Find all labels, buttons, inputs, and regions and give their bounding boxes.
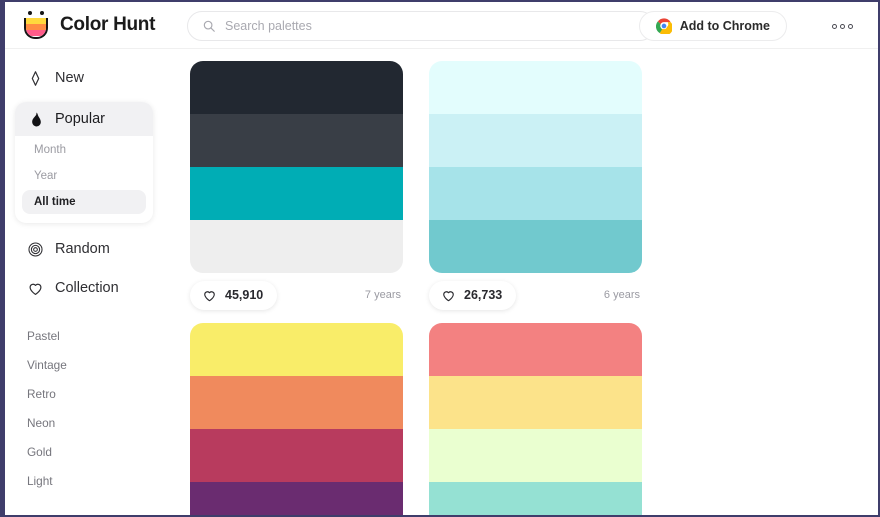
collection-item-label: Gold	[27, 444, 52, 459]
three-dots-icon	[831, 23, 837, 29]
palette-swatch[interactable]	[190, 114, 403, 167]
heart-icon	[29, 283, 42, 295]
three-dots-icon-dot2	[839, 23, 845, 29]
browser-window-frame: Color Hunt Search palettes Add to Chrome…	[0, 0, 880, 517]
palette-card[interactable]: 45,910 7 years	[185, 61, 424, 317]
sidebar-item-collection-label: Collection	[55, 280, 119, 296]
collection-item-gold[interactable]: Gold	[5, 437, 177, 466]
collection-item-light[interactable]: Light	[5, 466, 177, 495]
palette-swatch[interactable]	[190, 220, 403, 273]
like-count: 45,910	[225, 288, 264, 302]
search-box[interactable]	[187, 11, 655, 41]
heart-icon	[204, 290, 215, 301]
sidebar-item-random[interactable]: Random	[5, 232, 177, 266]
palette-swatches[interactable]	[190, 61, 403, 273]
sidebar-item-collection[interactable]: Collection	[5, 271, 177, 305]
collection-item-label: Light	[27, 473, 53, 488]
palette-swatch[interactable]	[429, 220, 642, 273]
logo-cup-shape	[24, 17, 48, 39]
palette-card[interactable]	[424, 323, 663, 515]
palette-swatch[interactable]	[429, 482, 642, 515]
flame-icon	[32, 112, 41, 126]
palette-swatch[interactable]	[429, 61, 642, 114]
popular-option-all-time-label: All time	[34, 196, 76, 208]
add-to-chrome-button[interactable]: Add to Chrome	[638, 11, 787, 41]
collection-list: Pastel Vintage Retro Neon Gold Light	[5, 321, 177, 495]
palette-card-meta: 45,910 7 years	[190, 273, 403, 317]
palette-card[interactable]: 26,733 6 years	[424, 61, 663, 317]
heart-icon	[443, 290, 454, 301]
logo-eye-right	[40, 10, 44, 15]
popular-option-year[interactable]: Year	[22, 164, 146, 188]
more-options-button[interactable]	[826, 16, 858, 36]
collection-item-label: Vintage	[27, 357, 67, 372]
palette-swatch[interactable]	[429, 114, 642, 167]
popular-option-all-time[interactable]: All time	[22, 190, 146, 214]
palette-swatch[interactable]	[190, 167, 403, 220]
collection-item-neon[interactable]: Neon	[5, 408, 177, 437]
logo-eye-left	[28, 10, 32, 15]
palette-card[interactable]: 25,5107 years	[185, 323, 424, 515]
collection-item-label: Neon	[27, 415, 56, 430]
chrome-icon	[655, 18, 672, 34]
like-button[interactable]: 45,910	[190, 280, 278, 310]
spiral-icon	[28, 241, 43, 257]
like-button[interactable]: 26,733	[429, 280, 517, 310]
brand-title: Color Hunt	[60, 14, 156, 35]
collection-item-label: Retro	[27, 386, 56, 401]
color-hunt-page: Color Hunt Search palettes Add to Chrome…	[5, 2, 878, 515]
color-hunt-logo-icon	[23, 10, 50, 40]
palette-swatches[interactable]	[429, 323, 642, 515]
palette-swatches[interactable]	[190, 323, 403, 515]
palette-grid: 45,910 7 years 26,733 6 years 25,5107 years	[177, 49, 878, 515]
add-to-chrome-label: Add to Chrome	[679, 19, 770, 33]
brand-logo[interactable]: Color Hunt	[23, 10, 173, 40]
popular-option-month[interactable]: Month	[22, 138, 146, 162]
palette-swatch[interactable]	[429, 323, 642, 376]
three-dots-icon-dot3	[847, 23, 853, 29]
palette-swatch[interactable]	[190, 429, 403, 482]
site-header: Color Hunt Search palettes Add to Chrome	[5, 2, 878, 49]
collection-item-vintage[interactable]: Vintage	[5, 350, 177, 379]
like-count: 26,733	[464, 288, 503, 302]
sidebar: New Popular Month Year All time Random C…	[5, 49, 177, 515]
search-input[interactable]	[225, 19, 640, 33]
sidebar-item-new-label: New	[55, 70, 85, 86]
search-icon	[203, 20, 215, 32]
sidebar-item-popular-label: Popular	[55, 111, 105, 127]
palette-swatch[interactable]	[429, 376, 642, 429]
popular-option-year-label: Year	[34, 170, 58, 182]
popular-group: Popular Month Year All time	[15, 102, 153, 223]
palette-card-meta: 26,733 6 years	[429, 273, 642, 317]
collection-item-label: Pastel	[27, 328, 60, 343]
palette-swatch[interactable]	[429, 167, 642, 220]
palette-swatch[interactable]	[429, 429, 642, 482]
palette-swatches[interactable]	[429, 61, 642, 273]
sparkle-icon	[31, 70, 40, 86]
logo-band-3	[26, 30, 46, 37]
collection-item-retro[interactable]: Retro	[5, 379, 177, 408]
palette-swatch[interactable]	[190, 482, 403, 515]
palette-swatch[interactable]	[190, 323, 403, 376]
palette-grid-inner: 45,910 7 years 26,733 6 years 25,5107 years	[185, 61, 870, 515]
search-bar[interactable]	[187, 11, 655, 41]
palette-age: 6 years	[603, 289, 640, 301]
popular-option-month-label: Month	[34, 144, 66, 156]
palette-swatch[interactable]	[190, 61, 403, 114]
sidebar-item-popular[interactable]: Popular	[15, 102, 153, 136]
sidebar-item-random-label: Random	[55, 241, 110, 257]
palette-swatch[interactable]	[190, 376, 403, 429]
collection-item-pastel[interactable]: Pastel	[5, 321, 177, 350]
palette-age: 7 years	[364, 289, 401, 301]
sidebar-item-new[interactable]: New	[5, 61, 177, 95]
